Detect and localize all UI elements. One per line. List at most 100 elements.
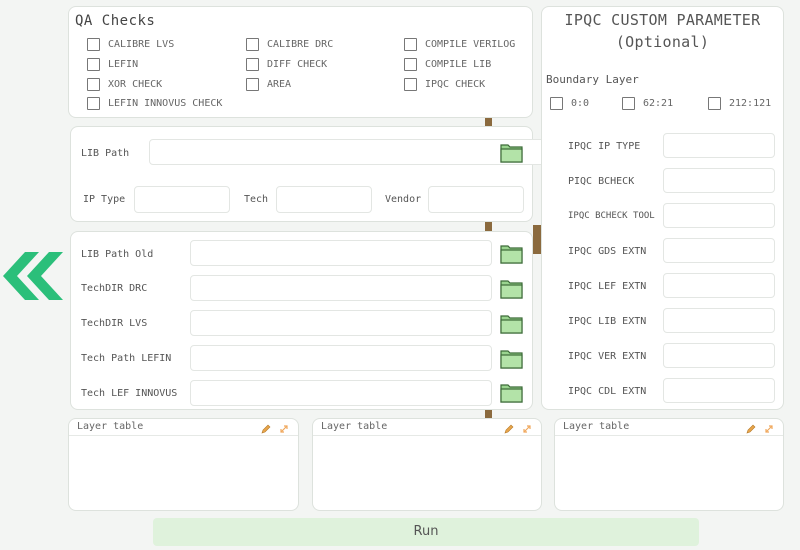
ipqc-subtitle: (Optional) [615,33,710,51]
tech-path-lefin-input[interactable] [190,345,492,371]
ipqc-ver-extn-input[interactable] [663,343,775,368]
checkbox-label: IPQC CHECK [425,79,486,90]
ipqc-cdl-extn-label: IPQC CDL EXTN [568,386,647,397]
ipqc-ip-type-input[interactable] [663,133,775,158]
techdir-drc-label: TechDIR DRC [81,283,148,294]
checkbox-box[interactable] [404,58,417,71]
ipqc-title: IPQC CUSTOM PARAMETER [564,11,761,29]
ipqc-ver-extn-label: IPQC VER EXTN [568,351,647,362]
folder-icon[interactable] [500,382,524,404]
ipqc-bcheck-tool-input[interactable] [663,203,775,228]
tech-input[interactable] [276,186,372,213]
expand-icon[interactable] [278,420,290,439]
piqc-bcheck-label: PIQC BCHECK [568,176,635,187]
checkbox-calibre-lvs[interactable]: CALIBRE LVS [87,38,174,51]
tech-label: Tech [244,194,269,205]
checkbox-box[interactable] [246,78,259,91]
checkbox-box[interactable] [708,97,721,110]
run-button[interactable]: Run [153,518,699,546]
ipqc-panel: IPQC CUSTOM PARAMETER (Optional) Boundar… [541,6,784,410]
checkbox-box[interactable] [246,38,259,51]
folder-icon[interactable] [500,278,524,300]
tech-lef-innovus-label: Tech LEF INNOVUS [81,388,178,399]
checkbox-label: 0:0 [571,98,590,109]
checkbox-label: CALIBRE LVS [108,39,175,50]
ip-type-input[interactable] [134,186,230,213]
checkbox-box[interactable] [622,97,635,110]
expand-icon[interactable] [763,420,775,439]
checkbox-box[interactable] [87,58,100,71]
checkbox-label: 212:121 [729,98,772,109]
checkbox-label: XOR CHECK [108,79,163,90]
checkbox-compile-lib[interactable]: COMPILE LIB [404,58,491,71]
qa-checks-panel: QA Checks CALIBRE LVS CALIBRE DRC COMPIL… [68,6,533,118]
checkbox-box[interactable] [550,97,563,110]
lib-path-panel: LIB Path IP Type Tech Vendor [70,126,562,222]
checkbox-box[interactable] [87,78,100,91]
techdir-lvs-label: TechDIR LVS [81,318,148,329]
old-paths-panel: LIB Path Old TechDIR DRC TechDIR LVS Tec… [70,231,533,410]
layer-table-title: Layer table [77,421,144,432]
checkbox-calibre-drc[interactable]: CALIBRE DRC [246,38,333,51]
lib-path-label: LIB Path [81,148,130,159]
splitter-handle[interactable] [485,222,492,231]
ipqc-ip-type-label: IPQC IP TYPE [568,141,641,152]
techdir-lvs-input[interactable] [190,310,492,336]
tech-path-lefin-label: Tech Path LEFIN [81,353,172,364]
folder-icon[interactable] [500,313,524,335]
ipqc-lef-extn-input[interactable] [663,273,775,298]
pencil-icon[interactable] [503,420,515,439]
layer-table-header: Layer table [555,419,783,436]
techdir-drc-input[interactable] [190,275,492,301]
checkbox-compile-verilog[interactable]: COMPILE VERILOG [404,38,515,51]
lib-path-old-label: LIB Path Old [81,249,154,260]
checkbox-label: 62:21 [643,98,674,109]
vertical-splitter-handle[interactable] [533,225,541,254]
checkbox-label: COMPILE VERILOG [425,39,516,50]
piqc-bcheck-input[interactable] [663,168,775,193]
checkbox-boundary-62-21[interactable]: 62:21 [622,97,673,110]
layer-table-1[interactable]: Layer table [68,418,299,511]
checkbox-lefin[interactable]: LEFIN [87,58,138,71]
vendor-label: Vendor [385,194,422,205]
folder-icon[interactable] [500,243,524,265]
checkbox-boundary-212-121[interactable]: 212:121 [708,97,771,110]
tech-lef-innovus-input[interactable] [190,380,492,406]
checkbox-box[interactable] [404,38,417,51]
checkbox-label: COMPILE LIB [425,59,492,70]
layer-table-title: Layer table [563,421,630,432]
pencil-icon[interactable] [260,420,272,439]
checkbox-diff-check[interactable]: DIFF CHECK [246,58,327,71]
checkbox-label: DIFF CHECK [267,59,328,70]
ipqc-lef-extn-label: IPQC LEF EXTN [568,281,647,292]
checkbox-label: CALIBRE DRC [267,39,334,50]
folder-icon[interactable] [500,348,524,370]
checkbox-ipqc-check[interactable]: IPQC CHECK [404,78,485,91]
qa-checks-title: QA Checks [75,13,156,29]
checkbox-lefin-innovus-check[interactable]: LEFIN INNOVUS CHECK [87,97,222,110]
expand-icon[interactable] [521,420,533,439]
layer-table-3[interactable]: Layer table [554,418,784,511]
checkbox-box[interactable] [404,78,417,91]
back-double-chevron-icon[interactable] [3,252,69,300]
checkbox-label: LEFIN INNOVUS CHECK [108,98,223,109]
ipqc-cdl-extn-input[interactable] [663,378,775,403]
checkbox-box[interactable] [87,38,100,51]
layer-table-header: Layer table [69,419,298,436]
pencil-icon[interactable] [745,420,757,439]
ipqc-lib-extn-input[interactable] [663,308,775,333]
checkbox-box[interactable] [246,58,259,71]
ipqc-gds-extn-input[interactable] [663,238,775,263]
layer-table-2[interactable]: Layer table [312,418,542,511]
checkbox-label: LEFIN [108,59,139,70]
folder-icon[interactable] [500,142,524,164]
ip-type-label: IP Type [83,194,126,205]
checkbox-area[interactable]: AREA [246,78,291,91]
layer-table-title: Layer table [321,421,388,432]
vendor-input[interactable] [428,186,524,213]
checkbox-xor-check[interactable]: XOR CHECK [87,78,162,91]
layer-table-header: Layer table [313,419,541,436]
lib-path-old-input[interactable] [190,240,492,266]
checkbox-boundary-0-0[interactable]: 0:0 [550,97,589,110]
checkbox-box[interactable] [87,97,100,110]
